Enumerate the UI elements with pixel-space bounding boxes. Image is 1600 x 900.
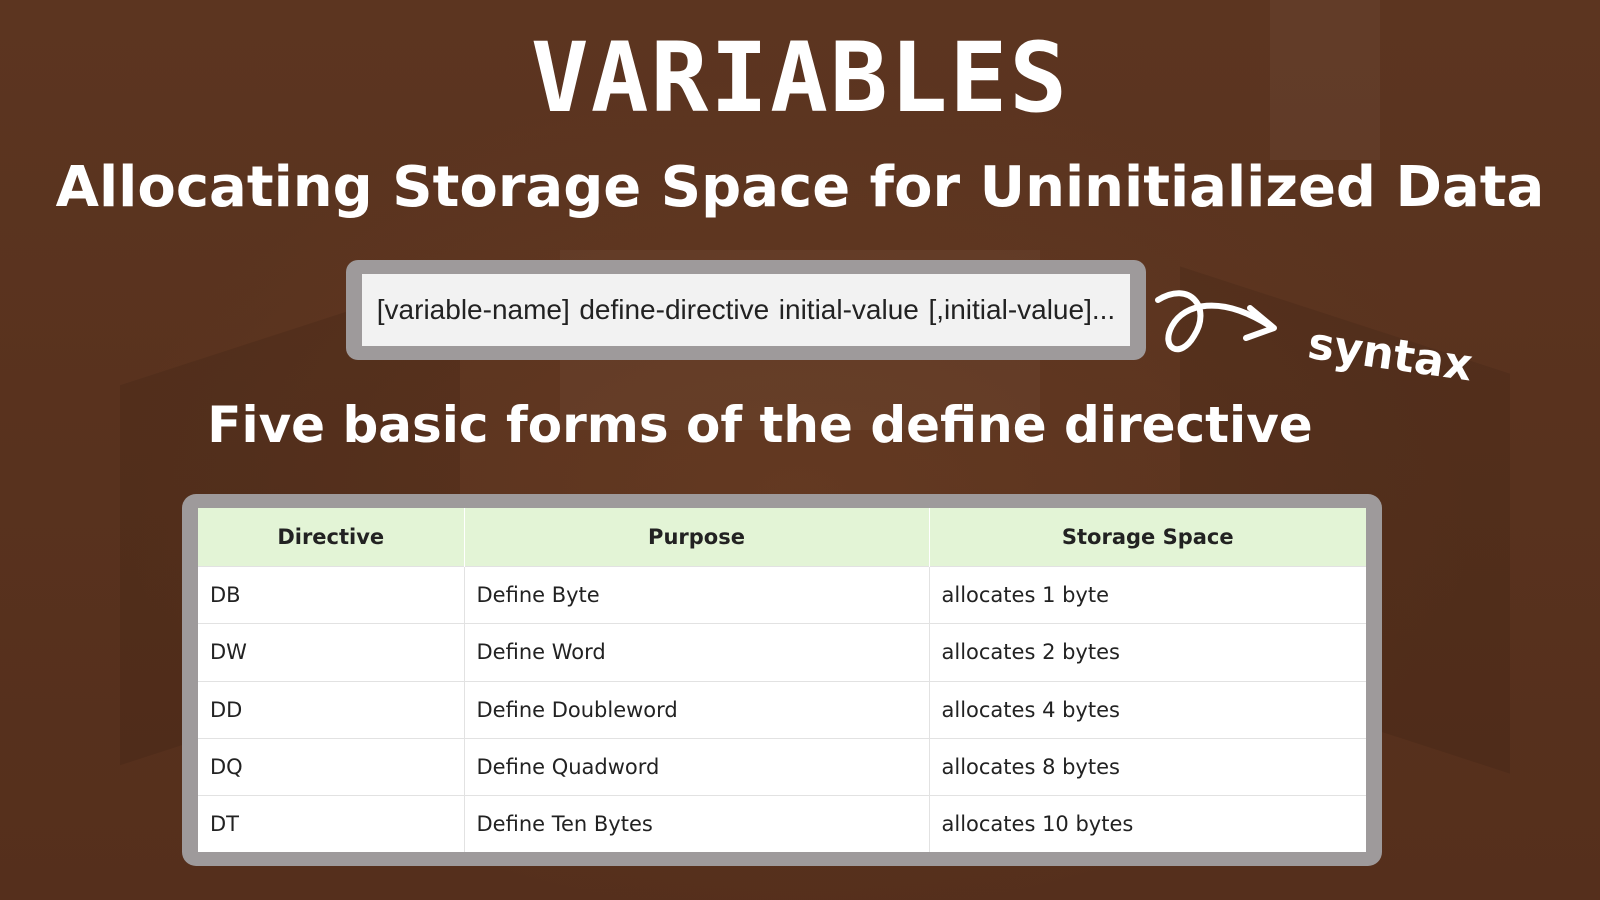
cell-purpose: Define Doubleword (464, 680, 930, 739)
cell-purpose: Define Ten Bytes (464, 795, 930, 852)
table-row: DB Define Byte allocates 1 byte (198, 565, 1366, 624)
page-subtitle: Allocating Storage Space for Uninitializ… (55, 155, 1545, 220)
page-title: VARIABLES (530, 22, 1070, 134)
header-purpose: Purpose (464, 508, 930, 567)
syntax-part-define-directive: define-directive (579, 294, 770, 325)
cell-purpose: Define Quadword (464, 737, 930, 796)
table-row: DD Define Doubleword allocates 4 bytes (198, 680, 1366, 739)
forms-heading: Five basic forms of the define directive (207, 396, 1313, 454)
cell-storage-space: allocates 2 bytes (929, 623, 1366, 682)
cell-directive: DT (198, 795, 465, 852)
cell-directive: DQ (198, 737, 465, 796)
cell-directive: DW (198, 623, 465, 682)
syntax-line: [variable-name] define-directive initial… (362, 274, 1130, 346)
curly-arrow-icon (1155, 290, 1277, 352)
cell-storage-space: allocates 4 bytes (929, 680, 1366, 739)
directive-table: Directive Purpose Storage Space DB Defin… (198, 508, 1366, 852)
table-row: DQ Define Quadword allocates 8 bytes (198, 737, 1366, 796)
table-row: DW Define Word allocates 2 bytes (198, 623, 1366, 682)
header-storage-space: Storage Space (929, 508, 1366, 567)
syntax-part-more-values: [,initial-value]... (928, 294, 1116, 325)
table-row: DT Define Ten Bytes allocates 10 bytes (198, 795, 1366, 852)
table-header-row: Directive Purpose Storage Space (198, 508, 1366, 567)
cell-storage-space: allocates 1 byte (929, 565, 1366, 624)
cell-directive: DB (198, 565, 465, 624)
syntax-part-variable-name: [variable-name] (376, 294, 570, 325)
cell-purpose: Define Word (464, 623, 930, 682)
cell-storage-space: allocates 10 bytes (929, 795, 1366, 852)
header-directive: Directive (198, 508, 465, 567)
syntax-box: [variable-name] define-directive initial… (346, 260, 1146, 360)
cell-directive: DD (198, 680, 465, 739)
directive-table-frame: Directive Purpose Storage Space DB Defin… (182, 494, 1382, 866)
cell-storage-space: allocates 8 bytes (929, 737, 1366, 796)
syntax-part-initial-value: initial-value (778, 294, 919, 325)
cell-purpose: Define Byte (464, 565, 930, 624)
